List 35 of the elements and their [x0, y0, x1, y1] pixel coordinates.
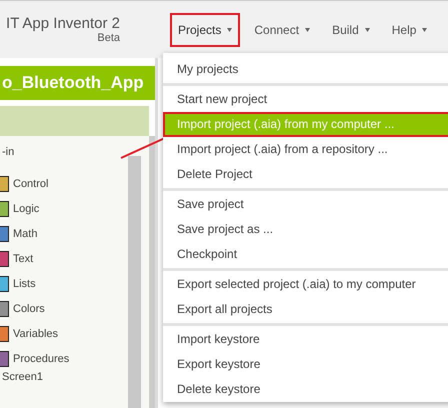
annotation-line: [120, 137, 166, 159]
menu-item[interactable]: Import keystore: [163, 327, 448, 352]
caret-icon: [364, 28, 370, 32]
menu-item[interactable]: Export keystore: [163, 352, 448, 377]
menu-button[interactable]: Connect: [246, 12, 318, 46]
caret-icon: [422, 28, 428, 32]
menu-item[interactable]: Checkpoint: [163, 242, 448, 267]
menu-button[interactable]: Build: [324, 12, 378, 46]
block-category[interactable]: Lists: [13, 278, 36, 290]
menu-item[interactable]: Import project (.aia) from a repository ...: [163, 137, 448, 162]
block-category[interactable]: Logic: [13, 202, 40, 214]
block-category[interactable]: Procedures: [13, 352, 70, 364]
caret-icon: [305, 28, 310, 32]
block-category[interactable]: Text: [13, 252, 34, 264]
menu-item[interactable]: Delete keystore: [163, 377, 448, 402]
menu-button[interactable]: Help: [384, 12, 436, 46]
block-category[interactable]: Colors: [13, 302, 45, 314]
blocks-heading: -in: [1, 146, 16, 160]
menu-item[interactable]: Export all projects: [163, 297, 448, 322]
block-category[interactable]: Control: [13, 178, 48, 190]
app-title: IT App Inventor 2: [6, 15, 120, 32]
block-category[interactable]: Variables: [13, 328, 58, 340]
menu-item[interactable]: Save project as ...: [163, 217, 448, 242]
scrollbar[interactable]: [128, 156, 141, 408]
menu-item[interactable]: Start new project: [163, 87, 448, 112]
screen-label: Screen1: [1, 371, 44, 385]
block-category[interactable]: Math: [13, 228, 38, 240]
menu-item[interactable]: Delete Project: [163, 162, 448, 187]
project-title-bar: o_Bluetooth_App: [0, 66, 155, 100]
menu-item[interactable]: My projects: [163, 57, 448, 82]
menu-button[interactable]: Projects: [170, 12, 240, 46]
caret-icon: [227, 28, 232, 32]
menu-item[interactable]: Export selected project (.aia) to my computer: [163, 272, 448, 297]
menu-item[interactable]: Save project: [163, 192, 448, 217]
app-subtitle: Beta: [97, 32, 120, 44]
